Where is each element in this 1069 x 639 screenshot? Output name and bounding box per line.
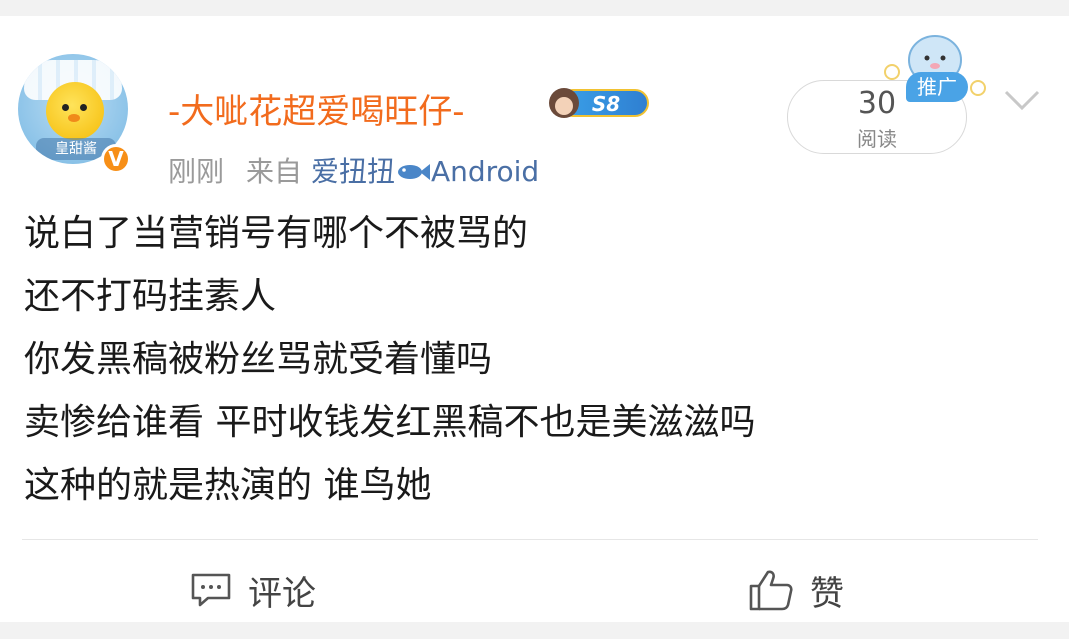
verified-badge-icon: V (101, 144, 131, 174)
source-link[interactable]: 爱扭扭 Android (311, 155, 539, 188)
from-label: 来自 (246, 155, 303, 188)
level-badge-icon[interactable]: S8 (546, 86, 650, 120)
comment-label: 评论 (248, 573, 316, 614)
thumbs-up-icon (749, 570, 793, 611)
post-line: 这种的就是热演的 谁鸟她 (24, 465, 432, 506)
post-line: 还不打码挂素人 (24, 276, 277, 317)
comment-button[interactable]: 评论 (190, 564, 316, 616)
promo-tag: 推广 (906, 72, 968, 102)
post-content: 说白了当营销号有哪个不被骂的 还不打码挂素人 你发黑稿被粉丝骂就受着懂吗 卖惨给… (24, 202, 755, 517)
chevron-down-icon[interactable] (1002, 84, 1042, 114)
post-meta: 刚刚 来自 爱扭扭 Android (168, 150, 539, 190)
post-card: 皇甜酱 V -大呲花超爱喝旺仔- S8 刚刚 来自 爱扭扭 Android 30 阅… (0, 16, 1069, 622)
post-time: 刚刚 (168, 155, 225, 188)
like-button[interactable]: 赞 (748, 564, 844, 616)
comment-icon (191, 573, 231, 607)
like-label: 赞 (810, 573, 844, 614)
divider (22, 539, 1038, 540)
post-line: 卖惨给谁看 平时收钱发红黑稿不也是美滋滋吗 (24, 402, 756, 443)
post-line: 你发黑稿被粉丝骂就受着懂吗 (24, 339, 493, 380)
level-badge-text: S8 (592, 92, 620, 116)
post-line: 说白了当营销号有哪个不被骂的 (24, 213, 529, 254)
read-label: 阅读 (857, 127, 897, 151)
fish-icon (397, 164, 430, 180)
username[interactable]: -大呲花超爱喝旺仔- (168, 84, 465, 133)
avatar-chick (46, 82, 104, 140)
